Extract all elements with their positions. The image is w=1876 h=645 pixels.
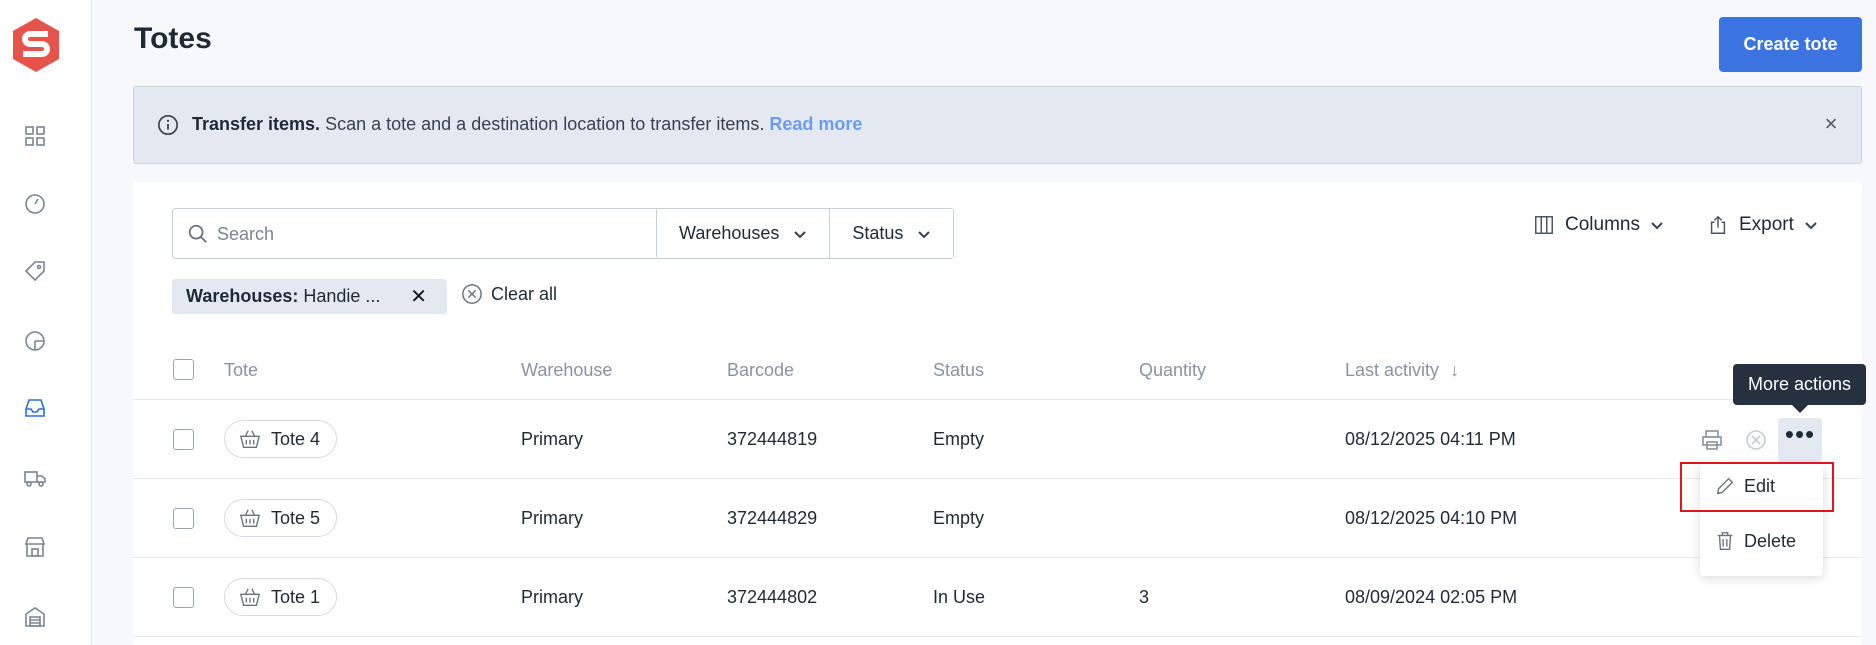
basket-icon bbox=[239, 588, 261, 606]
chip-key: Warehouses: bbox=[186, 286, 299, 306]
banner-message: Scan a tote and a destination location t… bbox=[325, 114, 765, 134]
create-tote-button[interactable]: Create tote bbox=[1719, 17, 1862, 72]
sidebar bbox=[0, 0, 92, 645]
basket-icon bbox=[239, 430, 261, 448]
header-status[interactable]: Status bbox=[933, 360, 984, 381]
dashboard-grid-icon[interactable] bbox=[20, 121, 50, 151]
status-cell: In Use bbox=[933, 587, 986, 607]
warehouses-filter-label: Warehouses bbox=[679, 223, 780, 243]
chevron-down-icon bbox=[918, 230, 931, 238]
info-icon bbox=[158, 115, 178, 135]
row-checkbox[interactable] bbox=[173, 429, 194, 450]
warehouse-icon[interactable] bbox=[20, 602, 50, 632]
tote-pill[interactable]: Tote 4 bbox=[224, 420, 338, 458]
menu-item-delete[interactable]: Delete bbox=[1700, 519, 1823, 563]
tote-name: Tote 5 bbox=[271, 507, 321, 528]
clear-all-button[interactable]: Clear all bbox=[461, 283, 557, 305]
chevron-down-icon bbox=[1651, 222, 1663, 230]
info-banner: Transfer items. Scan a tote and a destin… bbox=[133, 86, 1862, 164]
tag-icon[interactable] bbox=[20, 256, 50, 286]
barcode-cell: 372444802 bbox=[727, 587, 818, 607]
tote-name: Tote 1 bbox=[271, 586, 321, 607]
clear-all-label: Clear all bbox=[491, 283, 558, 304]
warehouses-filter-button[interactable]: Warehouses bbox=[657, 209, 830, 258]
more-actions-tooltip: More actions bbox=[1733, 364, 1866, 413]
status-filter-label: Status bbox=[852, 223, 904, 243]
chevron-down-icon bbox=[794, 230, 807, 238]
inbox-icon[interactable] bbox=[20, 393, 50, 423]
header-last-activity-label: Last activity bbox=[1345, 360, 1440, 380]
warehouse-cell: Primary bbox=[521, 508, 583, 528]
header-tote[interactable]: Tote bbox=[224, 360, 258, 381]
columns-button[interactable]: Columns bbox=[1533, 214, 1664, 236]
status-filter-button[interactable]: Status bbox=[829, 209, 954, 258]
more-actions-menu: Edit Delete bbox=[1700, 464, 1823, 576]
row-actions: ••• bbox=[1690, 418, 1822, 462]
logo-icon[interactable] bbox=[10, 16, 62, 74]
menu-item-edit-label: Edit bbox=[1744, 475, 1776, 496]
banner-text: Transfer items. Scan a tote and a destin… bbox=[192, 114, 862, 135]
header-quantity[interactable]: Quantity bbox=[1139, 360, 1206, 381]
table-row[interactable]: Tote 1 Primary 372444802 In Use 3 08/09/… bbox=[133, 559, 1862, 637]
tote-pill[interactable]: Tote 1 bbox=[224, 578, 338, 616]
table-row[interactable]: Tote 5 Primary 372444829 Empty 08/12/202… bbox=[133, 480, 1862, 558]
sort-arrow-icon: ↓ bbox=[1450, 360, 1460, 380]
store-icon[interactable] bbox=[20, 532, 50, 562]
export-button[interactable]: Export bbox=[1707, 214, 1818, 236]
columns-icon bbox=[1535, 216, 1553, 234]
chevron-down-icon bbox=[1805, 222, 1817, 230]
status-cell: Empty bbox=[933, 508, 985, 528]
table-header: Tote Warehouse Barcode Status Quantity L… bbox=[133, 340, 1862, 400]
header-barcode[interactable]: Barcode bbox=[727, 360, 794, 381]
more-actions-button[interactable]: ••• bbox=[1778, 418, 1822, 462]
gauge-icon[interactable] bbox=[20, 189, 50, 219]
row-checkbox[interactable] bbox=[173, 587, 194, 608]
warehouse-cell: Primary bbox=[521, 429, 583, 449]
quantity-cell: 3 bbox=[1139, 587, 1150, 607]
cancel-circle-icon[interactable] bbox=[1734, 418, 1778, 462]
search-icon bbox=[188, 224, 207, 243]
menu-item-delete-label: Delete bbox=[1744, 530, 1797, 551]
tote-pill[interactable]: Tote 5 bbox=[224, 499, 338, 537]
close-icon[interactable]: × bbox=[1818, 111, 1844, 137]
barcode-cell: 372444819 bbox=[727, 429, 818, 449]
read-more-link[interactable]: Read more bbox=[769, 114, 862, 134]
banner-title: Transfer items. bbox=[192, 114, 321, 134]
print-icon[interactable] bbox=[1690, 418, 1734, 462]
pencil-icon bbox=[1716, 477, 1734, 495]
last-activity-cell: 08/12/2025 04:11 PM bbox=[1345, 429, 1516, 449]
status-cell: Empty bbox=[933, 429, 985, 449]
trash-icon bbox=[1717, 532, 1733, 550]
page-title: Totes bbox=[134, 22, 212, 55]
remove-filter-icon[interactable]: ✕ bbox=[410, 284, 427, 309]
barcode-cell: 372444829 bbox=[727, 508, 818, 528]
truck-icon[interactable] bbox=[20, 463, 50, 493]
warehouse-cell: Primary bbox=[521, 587, 583, 607]
header-warehouse[interactable]: Warehouse bbox=[521, 360, 612, 381]
tote-name: Tote 4 bbox=[271, 428, 321, 449]
last-activity-cell: 08/09/2024 02:05 PM bbox=[1345, 587, 1518, 607]
basket-icon bbox=[239, 509, 261, 527]
clear-circle-icon bbox=[462, 284, 482, 304]
row-checkbox[interactable] bbox=[173, 508, 194, 529]
more-dots-icon: ••• bbox=[1784, 419, 1816, 449]
filter-group: Warehouses Status bbox=[656, 208, 955, 259]
chip-value: Handie ... bbox=[303, 286, 381, 306]
pie-chart-icon[interactable] bbox=[20, 326, 50, 356]
select-all-checkbox[interactable] bbox=[173, 359, 194, 380]
columns-label: Columns bbox=[1565, 214, 1640, 235]
header-last-activity[interactable]: Last activity ↓ bbox=[1345, 360, 1459, 381]
menu-item-edit[interactable]: Edit bbox=[1700, 464, 1823, 508]
export-label: Export bbox=[1739, 214, 1794, 235]
export-icon bbox=[1710, 215, 1726, 234]
last-activity-cell: 08/12/2025 04:10 PM bbox=[1345, 508, 1518, 528]
totes-card: Warehouses Status Columns Export Warehou… bbox=[133, 182, 1862, 645]
active-filter-chip: Warehouses: Handie ... ✕ bbox=[172, 279, 447, 314]
table-row[interactable]: Tote 4 Primary 372444819 Empty 08/12/202… bbox=[133, 401, 1862, 479]
